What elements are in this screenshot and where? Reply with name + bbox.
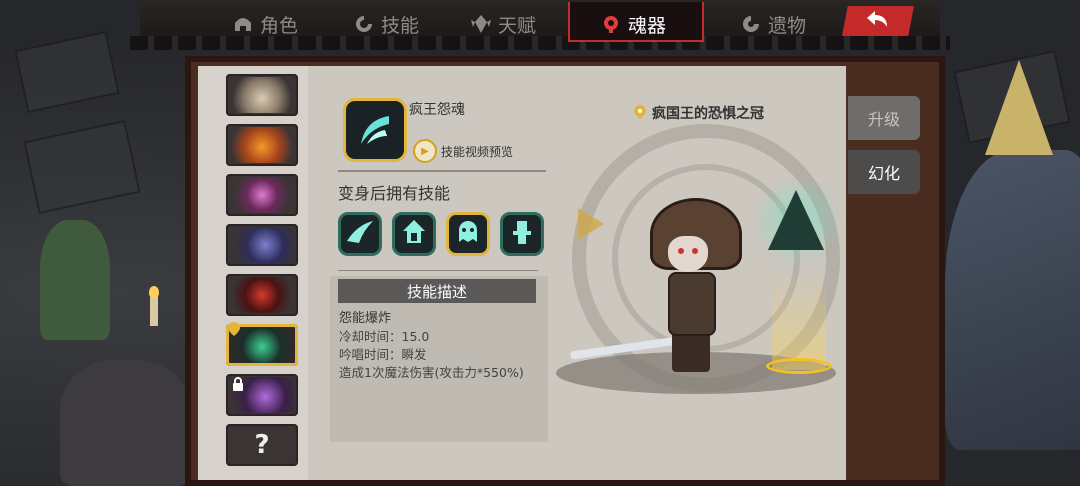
horn-soul-icon bbox=[229, 77, 295, 113]
video-preview-label: 技能视频预览 bbox=[441, 144, 514, 159]
divider bbox=[338, 270, 538, 271]
soul-vessel-icon bbox=[600, 13, 622, 35]
candle-flame bbox=[149, 286, 159, 298]
summon-tower-icon bbox=[399, 217, 429, 252]
tab-soul-vessel[interactable]: 魂器 bbox=[600, 8, 666, 40]
illusion-button[interactable]: 幻化 bbox=[848, 150, 920, 194]
back-arrow-icon bbox=[865, 9, 891, 34]
skill-cooldown: 冷却时间：15.0 bbox=[339, 329, 430, 344]
tab-label: 魂器 bbox=[628, 14, 667, 37]
hero-torso bbox=[668, 272, 716, 336]
skill-name: 怨能爆炸 bbox=[339, 311, 392, 326]
back-button[interactable] bbox=[842, 6, 914, 36]
skill-cast-time: 吟唱时间：瞬发 bbox=[339, 347, 427, 362]
tab-label: 角色 bbox=[260, 14, 299, 37]
cactus-decoration bbox=[40, 220, 110, 340]
pin-icon bbox=[634, 105, 648, 121]
tab-character[interactable]: 角色 bbox=[232, 8, 298, 40]
soul-slot-flame-armor[interactable] bbox=[226, 124, 298, 166]
skill-slash-wave[interactable] bbox=[338, 212, 382, 256]
relic-icon bbox=[740, 13, 762, 35]
ghost-burst-icon bbox=[453, 217, 483, 252]
crown-name: 疯国王的恐惧之冠 bbox=[652, 106, 764, 122]
talent-gem-icon bbox=[470, 13, 492, 35]
gold-crystal-decoration bbox=[985, 60, 1053, 155]
tab-skills[interactable]: 技能 bbox=[353, 8, 419, 40]
candle-decoration bbox=[150, 296, 158, 326]
tab-label: 天赋 bbox=[498, 14, 537, 37]
upgrade-button[interactable]: 升级 bbox=[848, 96, 920, 140]
transform-skills-title: 变身后拥有技能 bbox=[338, 184, 451, 203]
play-icon: ▶ bbox=[413, 139, 437, 163]
tab-label: 遗物 bbox=[768, 14, 807, 37]
skill-summon-tower[interactable] bbox=[392, 212, 436, 256]
rune-triangle bbox=[578, 208, 604, 240]
unknown-soul-mark: ? bbox=[254, 430, 270, 460]
skill-totem[interactable] bbox=[500, 212, 544, 256]
slash-wave-icon bbox=[345, 217, 375, 252]
soul-slot-eye-orb[interactable] bbox=[226, 174, 298, 216]
soul-skill-icon bbox=[343, 98, 407, 162]
tab-relics[interactable]: 遗物 bbox=[740, 8, 806, 40]
tab-talent[interactable]: 天赋 bbox=[470, 8, 536, 40]
pot-decoration bbox=[60, 360, 190, 486]
skill-effect: 造成1次魔法伤害(攻击力*550%) bbox=[339, 365, 524, 380]
helmet-icon bbox=[232, 13, 254, 35]
hero-eye bbox=[692, 248, 698, 254]
hero-legs bbox=[672, 330, 710, 372]
red-crystal-soul-icon bbox=[229, 277, 295, 313]
skill-swirl-icon bbox=[353, 13, 375, 35]
soul-name: 疯王怨魂 bbox=[409, 102, 465, 118]
soul-slot-dark-claw[interactable] bbox=[226, 224, 298, 266]
divider bbox=[338, 170, 546, 172]
soul-slot-horn[interactable] bbox=[226, 74, 298, 116]
lock-icon bbox=[230, 377, 246, 393]
totem-icon bbox=[507, 217, 537, 252]
flame-armor-soul-icon bbox=[229, 127, 295, 163]
tab-label: 技能 bbox=[381, 14, 420, 37]
dark-claw-soul-icon bbox=[229, 227, 295, 263]
skill-ghost-burst[interactable] bbox=[446, 212, 490, 256]
skill-description-header: 技能描述 bbox=[338, 279, 536, 303]
soul-slot-unknown[interactable]: ? bbox=[226, 424, 298, 466]
video-preview-button[interactable]: ▶ 技能视频预览 bbox=[413, 139, 513, 163]
soul-crystal-icon bbox=[768, 190, 824, 250]
hero-eye bbox=[678, 248, 684, 254]
eye-orb-soul-icon bbox=[229, 177, 295, 213]
golden-ring bbox=[766, 358, 832, 374]
rock-decoration bbox=[945, 150, 1080, 450]
selected-pin-icon bbox=[228, 322, 242, 338]
soul-slot-purple-beast[interactable] bbox=[226, 374, 298, 416]
crown-label: 疯国王的恐惧之冠 bbox=[634, 103, 764, 123]
soul-slot-red-crystal[interactable] bbox=[226, 274, 298, 316]
light-pillar bbox=[772, 270, 826, 370]
hero-face bbox=[668, 236, 708, 272]
